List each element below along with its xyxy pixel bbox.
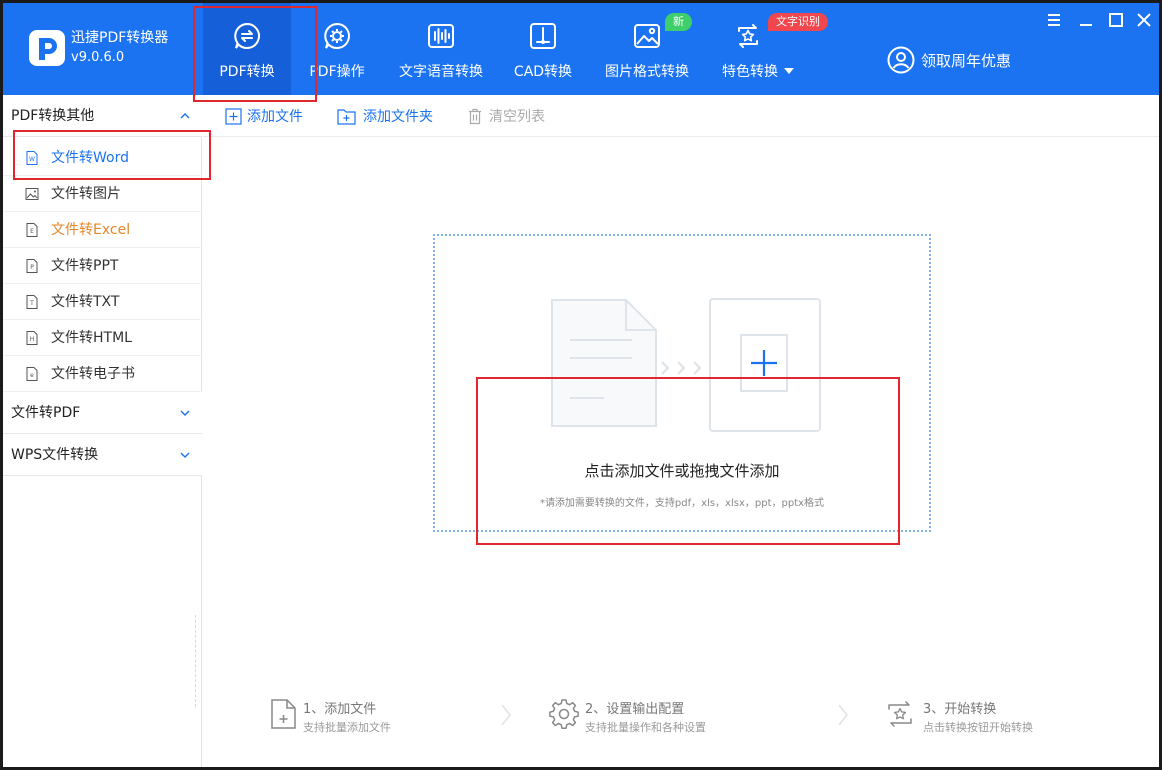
caret-down-icon [784,68,794,74]
sidebar-item-excel[interactable]: E 文件转Excel [3,212,202,248]
app-name: 迅捷PDF转换器 [71,30,169,46]
clear-list-button[interactable]: 清空列表 [467,95,545,137]
sidebar-item-label: 文件转电子书 [51,366,135,382]
pdf-convert-icon [234,22,260,49]
step-title: 3、开始转换 [923,702,997,717]
chevron-down-icon [180,410,190,416]
sidebar-section-pdf-other[interactable]: PDF转换其他 [3,95,202,137]
close-icon[interactable] [1135,11,1153,29]
chevron-right-icon [838,704,848,726]
minimize-icon[interactable] [1077,11,1095,29]
tab-label: PDF转换 [219,64,275,80]
step-subtitle: 点击转换按钮开始转换 [923,721,1033,734]
app-logo-icon [29,30,65,66]
user-icon [887,46,915,74]
excel-file-icon: E [26,223,38,237]
tab-label: CAD转换 [513,64,573,80]
new-badge: 新 [665,13,692,31]
maximize-icon[interactable] [1107,11,1125,29]
add-folder-icon [337,109,356,125]
image-icon [634,24,660,48]
sidebar-section-to-pdf[interactable]: 文件转PDF [3,392,202,434]
add-file-step-icon [271,699,296,729]
drop-zone-hint: *请添加需要转换的文件，支持pdf，xls，xlsx，ppt，pptx格式 [539,498,825,509]
header-bar: 迅捷PDF转换器 v9.0.6.0 PDF转换 PDF操作 文字语音转换 CAD… [3,3,1159,95]
sidebar: PDF转换其他 W 文件转Word 文件转图片 E 文件转Excel P 文件转… [3,95,202,767]
txt-file-icon: T [26,295,38,309]
tab-pdf-operate[interactable]: PDF操作 [299,3,375,95]
ocr-badge: 文字识别 [768,13,828,31]
sidebar-item-label: 文件转Word [51,150,129,166]
step-title: 2、设置输出配置 [585,702,685,717]
tab-label: 图片格式转换 [605,64,689,80]
add-file-button[interactable]: 添加文件 [225,95,303,137]
tab-label: 文字语音转换 [399,64,483,80]
sidebar-item-word[interactable]: W 文件转Word [3,140,202,176]
trash-icon [469,108,481,125]
sidebar-item-label: 文件转Excel [51,222,131,238]
add-file-label: 添加文件 [247,109,303,125]
tab-text-speech[interactable]: 文字语音转换 [393,3,489,95]
sidebar-item-txt[interactable]: T 文件转TXT [3,284,202,320]
sidebar-item-image[interactable]: 文件转图片 [3,176,202,212]
svg-text:T: T [29,300,34,307]
clear-list-label: 清空列表 [489,109,545,125]
chevron-up-icon [180,113,190,119]
add-folder-label: 添加文件夹 [363,109,433,125]
cad-icon [530,23,556,49]
promo-label: 领取周年优惠 [921,51,1012,70]
sidebar-item-label: 文件转PPT [51,258,119,274]
svg-text:e: e [30,372,34,379]
app-window: 迅捷PDF转换器 v9.0.6.0 PDF转换 PDF操作 文字语音转换 CAD… [0,0,1162,770]
image-file-icon [25,188,39,200]
html-file-icon: H [26,331,38,345]
tab-label: PDF操作 [309,64,365,80]
add-folder-button[interactable]: 添加文件夹 [337,95,433,137]
drop-zone-title: 点击添加文件或拖拽文件添加 [584,462,780,480]
gear-icon [549,699,579,729]
svg-text:W: W [29,156,35,163]
step-subtitle: 支持批量操作和各种设置 [585,721,706,734]
step-subtitle: 支持批量添加文件 [303,721,391,734]
document-illustration-icon [551,299,657,427]
chevrons-right-icon [661,361,702,375]
sidebar-item-html[interactable]: H 文件转HTML [3,320,202,356]
star-refresh-icon [738,24,758,48]
svg-text:H: H [30,336,35,343]
star-refresh-icon [888,701,912,727]
audio-wave-icon [428,24,454,48]
sidebar-resize-handle[interactable] [195,615,196,707]
sidebar-item-label: 文件转图片 [51,186,121,202]
add-document-icon [709,298,821,432]
svg-text:E: E [30,228,34,235]
word-file-icon: W [26,151,38,165]
toolbar: 添加文件 添加文件夹 清空列表 [203,95,1159,137]
svg-text:P: P [30,264,34,271]
pdf-operate-icon [324,22,350,49]
ppt-file-icon: P [26,259,38,273]
section-label: 文件转PDF [11,405,81,421]
sidebar-item-ppt[interactable]: P 文件转PPT [3,248,202,284]
ebook-file-icon: e [26,367,38,381]
step-title: 1、添加文件 [303,702,377,717]
sidebar-item-label: 文件转HTML [51,330,132,346]
tab-label-text: 特色转换 [722,64,778,80]
add-file-icon [225,108,242,125]
anniversary-promo-link[interactable]: 领取周年优惠 [887,46,1011,74]
chevron-right-icon [501,704,511,726]
section-label: WPS文件转换 [11,447,99,463]
sidebar-item-ebook[interactable]: e 文件转电子书 [3,356,202,392]
chevron-down-icon [180,452,190,458]
file-drop-zone[interactable]: 点击添加文件或拖拽文件添加 *请添加需要转换的文件，支持pdf，xls，xlsx… [433,234,931,532]
tab-pdf-convert[interactable]: PDF转换 [203,3,291,95]
sidebar-item-label: 文件转TXT [51,294,120,310]
menu-icon[interactable] [1045,11,1063,29]
tab-cad-convert[interactable]: CAD转换 [507,3,579,95]
section-label: PDF转换其他 [11,108,95,124]
tab-label: 特色转换 [713,61,803,81]
sidebar-section-wps[interactable]: WPS文件转换 [3,434,202,476]
app-version: v9.0.6.0 [71,50,125,65]
